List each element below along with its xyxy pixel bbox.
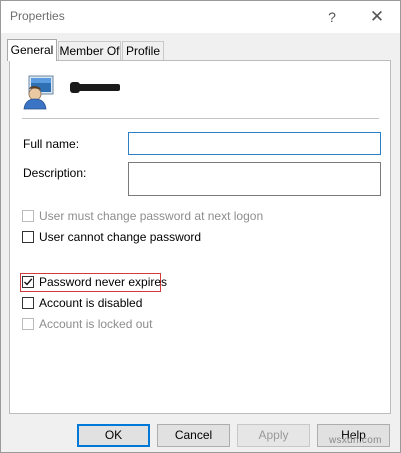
- password-never-expires-label: Password never expires: [39, 275, 168, 289]
- must-change-password-label: User must change password at next logon: [39, 209, 264, 223]
- account-disabled-label: Account is disabled: [39, 296, 143, 310]
- full-name-input[interactable]: [128, 132, 381, 155]
- watermark: wsxdn.com: [329, 435, 382, 446]
- cannot-change-password-checkbox[interactable]: [22, 231, 34, 243]
- dialog-body: General Member Of Profile Full name: Des…: [1, 33, 400, 452]
- password-never-expires-checkbox[interactable]: [22, 276, 34, 288]
- account-locked-out-label: Account is locked out: [39, 317, 153, 331]
- tab-member-of[interactable]: Member Of: [58, 41, 121, 60]
- tab-general[interactable]: General: [7, 39, 57, 61]
- description-input[interactable]: [128, 162, 381, 196]
- checkmark-icon: [24, 278, 33, 286]
- account-locked-out-checkbox[interactable]: [22, 318, 34, 330]
- cancel-button[interactable]: Cancel: [157, 424, 230, 447]
- title-bar[interactable]: Properties ? ✕: [1, 1, 400, 33]
- must-change-password-checkbox[interactable]: [22, 210, 34, 222]
- general-tab-panel: Full name: Description: User must change…: [9, 60, 391, 414]
- apply-button[interactable]: Apply: [237, 424, 310, 447]
- separator: [22, 118, 379, 119]
- close-icon[interactable]: ✕: [366, 7, 388, 27]
- username-redacted: [70, 82, 120, 93]
- ok-button[interactable]: OK: [77, 424, 150, 447]
- help-icon[interactable]: ?: [321, 7, 343, 27]
- cannot-change-password-label: User cannot change password: [39, 230, 202, 244]
- description-label: Description:: [23, 166, 87, 180]
- properties-dialog: Properties ? ✕ General Member Of Profile…: [0, 0, 401, 453]
- tab-profile[interactable]: Profile: [122, 41, 164, 60]
- user-account-icon: [23, 75, 54, 110]
- window-title: Properties: [10, 9, 65, 23]
- account-disabled-checkbox[interactable]: [22, 297, 34, 309]
- full-name-label: Full name:: [23, 137, 80, 151]
